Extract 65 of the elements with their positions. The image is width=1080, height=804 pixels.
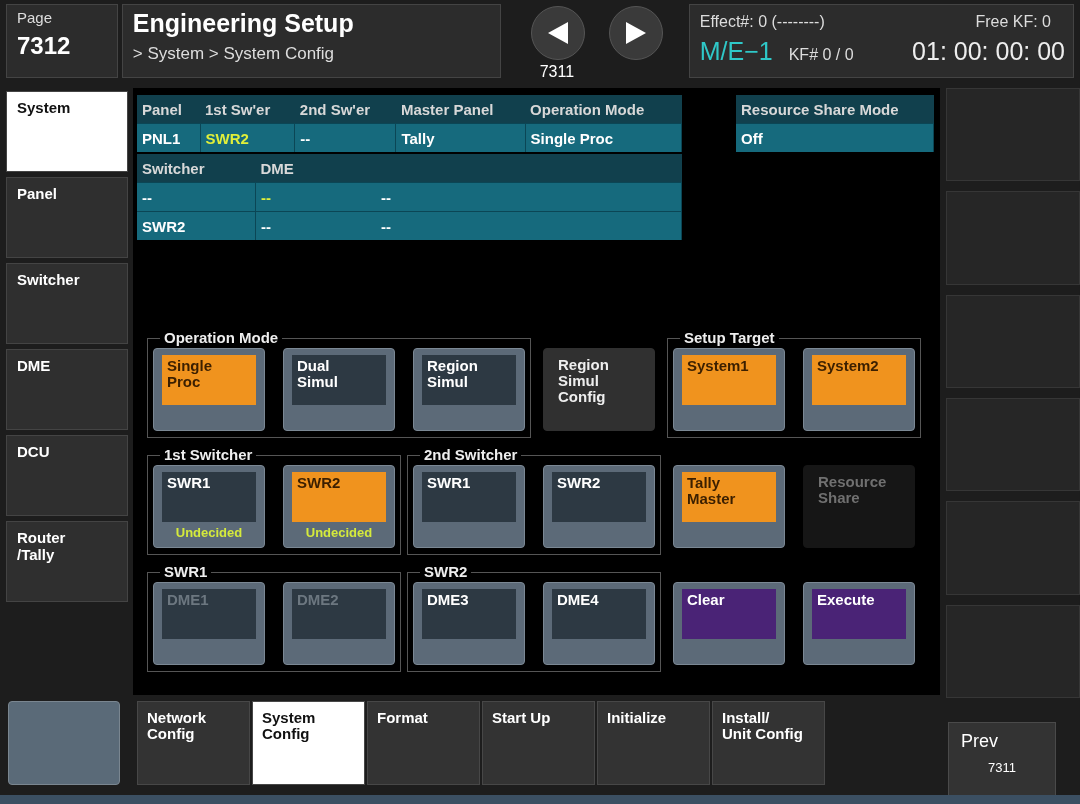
- panel-button[interactable]: SWR1: [413, 465, 525, 548]
- sidebar-item[interactable]: Router /Tally: [6, 521, 128, 602]
- table-cell: --: [137, 182, 256, 212]
- column-header: 2nd Sw'er: [294, 95, 396, 124]
- right-triangle-icon: [625, 22, 646, 44]
- menu-tab[interactable]: Initialize: [597, 701, 710, 785]
- dme-value: --: [261, 217, 272, 235]
- column-header: Operation Mode: [525, 95, 682, 124]
- column-header: Master Panel: [395, 95, 526, 124]
- table-cell: --: [294, 123, 396, 152]
- column-header: Switcher: [137, 154, 256, 183]
- panel-button[interactable]: DME3: [413, 582, 525, 665]
- panel-button[interactable]: System1: [673, 348, 785, 431]
- panel-button[interactable]: Execute: [803, 582, 915, 665]
- group-label: 1st Switcher: [160, 446, 257, 463]
- dme-value: --: [381, 217, 392, 235]
- dme-value: --: [381, 188, 392, 206]
- menu-tab[interactable]: Install/ Unit Config: [712, 701, 825, 785]
- panel-button[interactable]: System2: [803, 348, 915, 431]
- previous-page-button[interactable]: [530, 6, 585, 60]
- panel-button[interactable]: SWR2: [543, 465, 655, 548]
- left-triangle-icon: [547, 22, 568, 44]
- menu-tab[interactable]: Network Config: [137, 701, 250, 785]
- column-header: DME: [255, 154, 682, 183]
- group-label: 2nd Switcher: [420, 446, 522, 463]
- column-header: Resource Share Mode: [736, 95, 934, 124]
- keyframe-number: KF# 0 / 0: [788, 46, 854, 64]
- table-cell: SWR2: [137, 211, 256, 240]
- group-label: Operation Mode: [160, 329, 283, 346]
- dme-value: --: [261, 188, 272, 206]
- table-cell: SWR2: [200, 123, 295, 152]
- sidebar-item[interactable]: System: [6, 91, 128, 172]
- menu-tab[interactable]: Start Up: [482, 701, 595, 785]
- column-header: 1st Sw'er: [200, 95, 295, 124]
- timecode: 01: 00: 00: 00: [912, 37, 1065, 66]
- panel-button[interactable]: Tally Master: [673, 465, 785, 548]
- page-title: Engineering Setup: [132, 9, 355, 38]
- page-number: 7312: [17, 32, 72, 60]
- prev-button[interactable]: Prev 7311: [948, 722, 1056, 796]
- table-cell: Single Proc: [525, 123, 682, 152]
- next-page-button[interactable]: [608, 6, 663, 60]
- panel-button[interactable]: Region Simul: [413, 348, 525, 431]
- page-label: Page: [17, 9, 54, 26]
- panel-button[interactable]: SWR2 Undecided: [283, 465, 395, 548]
- panel-button[interactable]: DME4: [543, 582, 655, 665]
- panel-button[interactable]: Region Simul Config: [543, 348, 655, 431]
- panel-button[interactable]: Clear: [673, 582, 785, 665]
- panel-button[interactable]: Single Proc: [153, 348, 265, 431]
- menu-tab[interactable]: Format: [367, 701, 480, 785]
- sidebar-item[interactable]: Panel: [6, 177, 128, 258]
- menu-tab[interactable]: System Config: [252, 701, 365, 785]
- panel-button[interactable]: Dual Simul: [283, 348, 395, 431]
- me-label: M/E−1: [699, 37, 773, 66]
- breadcrumb: > System > System Config: [132, 44, 336, 64]
- table-cell: PNL1: [137, 123, 200, 152]
- sidebar-item[interactable]: DME: [6, 349, 128, 430]
- free-keyframes: Free KF: 0: [975, 13, 1051, 31]
- previous-page-number: 7311: [539, 63, 575, 81]
- effect-number: Effect#: 0 (--------): [699, 13, 825, 31]
- sidebar-item[interactable]: DCU: [6, 435, 128, 516]
- panel-button[interactable]: SWR1 Undecided: [153, 465, 265, 548]
- table-cell: Tally: [395, 123, 526, 152]
- sidebar-item[interactable]: Switcher: [6, 263, 128, 344]
- table-cell: Off: [736, 123, 934, 152]
- column-header: Panel: [137, 95, 200, 124]
